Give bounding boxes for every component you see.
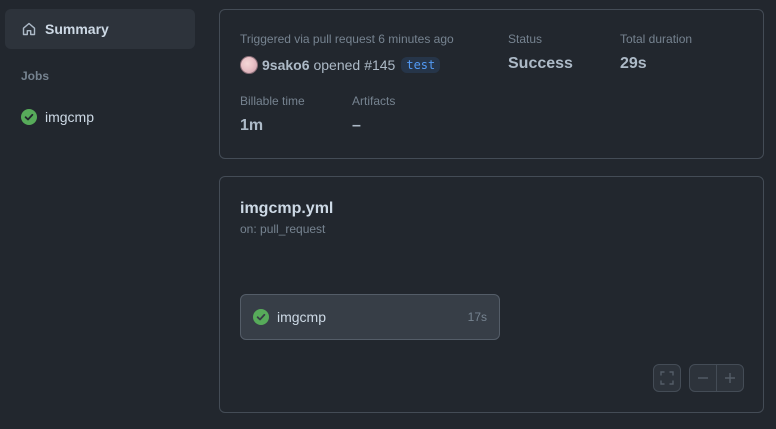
summary-label: Summary <box>45 21 109 37</box>
workflow-file-title[interactable]: imgcmp.yml <box>240 200 333 218</box>
job-node-duration: 17s <box>467 310 487 324</box>
job-node-imgcmp[interactable]: imgcmp 17s <box>240 294 500 340</box>
fullscreen-button[interactable] <box>653 364 681 392</box>
jobs-heading: Jobs <box>21 69 50 83</box>
workflow-graph-panel: imgcmp.yml on: pull_request imgcmp 17s <box>219 176 764 413</box>
branch-label[interactable]: test <box>401 57 441 73</box>
sidebar-job-label: imgcmp <box>45 109 95 125</box>
run-summary-panel: Triggered via pull request 6 minutes ago… <box>219 9 764 159</box>
zoom-controls <box>689 364 744 392</box>
status-value: Success <box>508 55 573 72</box>
billable-label: Billable time <box>240 94 305 108</box>
minus-icon <box>698 377 708 379</box>
success-check-icon <box>21 109 37 125</box>
sidebar-job-imgcmp[interactable]: imgcmp <box>5 100 195 134</box>
actor-link[interactable]: 9sako6 <box>262 57 309 73</box>
billable-value: 1m <box>240 117 264 134</box>
trigger-text: Triggered via pull request 6 minutes ago <box>240 32 454 46</box>
artifacts-label: Artifacts <box>352 94 396 108</box>
trigger-details: 9sako6 opened #145 test <box>240 56 441 74</box>
fullscreen-icon <box>660 371 674 385</box>
workflow-trigger: on: pull_request <box>240 222 326 236</box>
pull-request-link[interactable]: #145 <box>364 57 395 73</box>
status-label: Status <box>508 32 543 46</box>
home-icon <box>21 21 37 37</box>
plus-icon <box>725 373 735 383</box>
summary-nav-item[interactable]: Summary <box>5 9 195 49</box>
duration-label: Total duration <box>620 32 693 46</box>
success-check-icon <box>253 309 269 325</box>
sidebar: Summary Jobs imgcmp <box>0 0 207 429</box>
avatar[interactable] <box>240 56 258 74</box>
job-node-name: imgcmp <box>277 309 327 325</box>
artifacts-value: – <box>352 117 361 134</box>
zoom-in-button[interactable] <box>716 365 743 391</box>
zoom-out-button[interactable] <box>690 365 716 391</box>
trigger-action: opened <box>313 57 361 73</box>
duration-value: 29s <box>620 55 647 72</box>
